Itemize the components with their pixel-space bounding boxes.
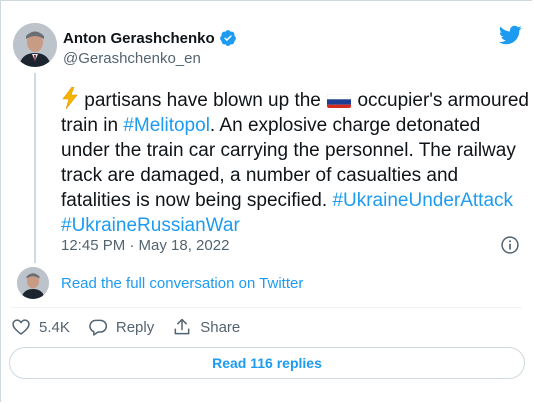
- reply-bubble-icon: [89, 319, 107, 336]
- author-handle[interactable]: @Gerashchenko_en: [63, 50, 201, 67]
- tweet-card: Anton Gerashchenko @Gerashchenko_en part…: [0, 0, 532, 402]
- divider: [11, 307, 522, 308]
- share-button[interactable]: Share: [172, 317, 240, 337]
- conversation-avatar[interactable]: [17, 267, 49, 299]
- hashtag-melitopol[interactable]: #Melitopol: [123, 115, 210, 136]
- info-icon[interactable]: [500, 235, 520, 255]
- reply-label: Reply: [115, 318, 155, 336]
- share-icon: [174, 318, 190, 335]
- hashtag-ukraine-russian-war[interactable]: #UkraineRussianWar: [61, 215, 240, 236]
- read-replies-button[interactable]: Read 116 replies: [9, 347, 525, 379]
- like-button[interactable]: 5.4K: [11, 317, 70, 337]
- reply-button[interactable]: Reply: [88, 317, 154, 337]
- verified-badge-icon: [219, 30, 236, 46]
- twitter-bird-icon[interactable]: [498, 23, 522, 47]
- author-name-row: Anton Gerashchenko: [63, 29, 237, 47]
- author-name[interactable]: Anton Gerashchenko: [63, 30, 215, 47]
- author-avatar[interactable]: [13, 23, 57, 67]
- like-count: 5.4K: [39, 318, 70, 336]
- action-bar: 5.4K Reply Share: [11, 317, 258, 337]
- thread-line: [34, 73, 36, 263]
- share-label: Share: [200, 318, 241, 336]
- read-full-conversation-link[interactable]: Read the full conversation on Twitter: [61, 275, 303, 292]
- hashtag-ukraine-under-attack[interactable]: #UkraineUnderAttack: [332, 190, 513, 211]
- read-replies-label: Read 116 replies: [212, 355, 322, 371]
- tweet-text-part1: partisans have blown up the: [79, 90, 327, 111]
- lightning-bolt-icon: [62, 87, 78, 109]
- heart-icon: [12, 319, 30, 335]
- russia-flag-icon: [327, 92, 352, 108]
- tweet-timestamp[interactable]: 12:45 PM · May 18, 2022: [61, 237, 229, 254]
- tweet-text: partisans have blown up the occupier's a…: [61, 87, 531, 238]
